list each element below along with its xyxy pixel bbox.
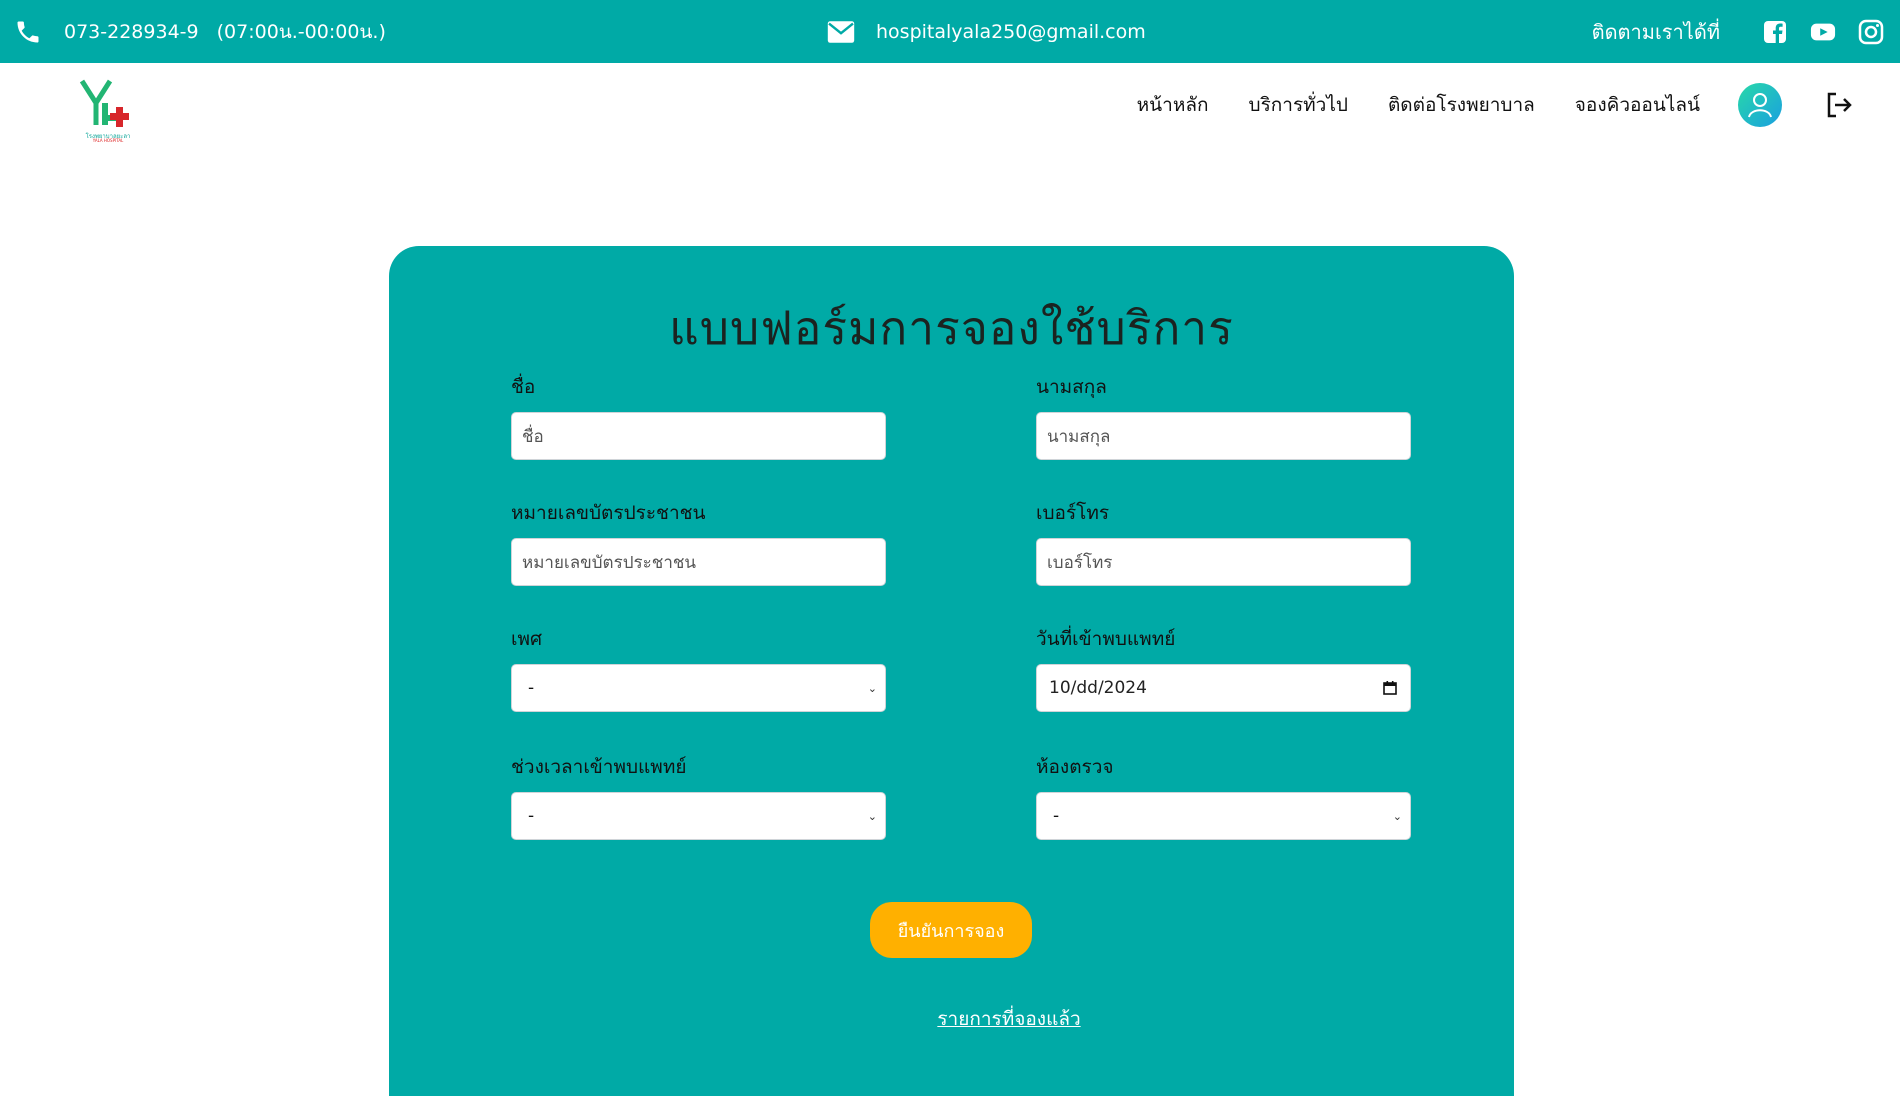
gender-label: เพศ [511, 628, 543, 650]
visit-date-label: วันที่เข้าพบแพทย์ [1036, 628, 1176, 650]
hospital-logo[interactable]: โรงพยาบาลยะลา YALA HOSPITAL [76, 79, 140, 145]
gender-field-group: เพศ - ⌄ [511, 626, 886, 712]
facebook-icon[interactable] [1762, 19, 1788, 45]
last-name-input[interactable]: นามสกุล [1036, 412, 1411, 460]
phone-field-group: เบอร์โทร เบอร์โทร [1036, 500, 1411, 586]
last-name-label: นามสกุล [1036, 376, 1107, 398]
first-name-label: ชื่อ [511, 376, 536, 398]
nav-services[interactable]: บริการทั่วไป [1249, 90, 1348, 120]
time-slot-select[interactable]: - ⌄ [511, 792, 886, 840]
form-title: แบบฟอร์มการจองใช้บริการ [669, 301, 1234, 355]
opening-hours: (07:00น.-00:00น.) [216, 20, 386, 43]
chevron-down-icon: ⌄ [867, 681, 877, 695]
time-slot-label: ช่วงเวลาเข้าพบแพทย์ [511, 756, 687, 778]
phone-input[interactable]: เบอร์โทร [1036, 538, 1411, 586]
instagram-icon[interactable] [1858, 19, 1884, 45]
top-contact-bar: 073-228934-9 (07:00น.-00:00น.) hospitaly… [0, 0, 1900, 63]
chevron-down-icon: ⌄ [1392, 809, 1402, 823]
visit-date-value: 10/dd/2024 [1049, 678, 1147, 698]
chevron-down-icon: ⌄ [867, 809, 877, 823]
booking-form-card: แบบฟอร์มการจองใช้บริการ ชื่อ ชื่อ นามสกุ… [389, 246, 1514, 1096]
logo-subtext: YALA HOSPITAL [92, 138, 124, 143]
nav-home[interactable]: หน้าหลัก [1137, 90, 1209, 120]
gender-selected-value: - [528, 678, 535, 698]
follow-label: ติดตามเราได้ที่ [1591, 19, 1720, 44]
contact-email: hospitalyala250@gmail.com [826, 0, 1146, 63]
id-card-field-group: หมายเลขบัตรประชาชน หมายเลขบัตรประชาชน [511, 500, 886, 586]
logo-mark-icon [79, 79, 129, 127]
last-name-field-group: นามสกุล นามสกุล [1036, 374, 1411, 460]
user-avatar-icon[interactable] [1738, 83, 1782, 127]
phone-icon [17, 21, 39, 42]
calendar-icon[interactable] [1382, 680, 1398, 696]
first-name-field-group: ชื่อ ชื่อ [511, 374, 886, 460]
logout-icon[interactable] [1824, 90, 1854, 120]
id-card-input[interactable]: หมายเลขบัตรประชาชน [511, 538, 886, 586]
id-card-label: หมายเลขบัตรประชาชน [511, 502, 706, 524]
mail-icon [827, 20, 855, 43]
social-follow: ติดตามเราได้ที่ [1592, 0, 1884, 63]
nav-links: หน้าหลัก บริการทั่วไป ติดต่อโรงพยาบาล จอ… [1097, 63, 1700, 147]
confirm-booking-button[interactable]: ยืนยันการจอง [870, 902, 1032, 958]
first-name-input[interactable]: ชื่อ [511, 412, 886, 460]
visit-date-input[interactable]: 10/dd/2024 [1036, 664, 1411, 712]
booked-list-link[interactable]: รายการที่จองแล้ว [859, 1004, 1159, 1034]
time-slot-field-group: ช่วงเวลาเข้าพบแพทย์ - ⌄ [511, 754, 886, 840]
visit-date-field-group: วันที่เข้าพบแพทย์ 10/dd/2024 [1036, 626, 1411, 712]
room-select[interactable]: - ⌄ [1036, 792, 1411, 840]
room-field-group: ห้องตรวจ - ⌄ [1036, 754, 1411, 840]
contact-phone: 073-228934-9 (07:00น.-00:00น.) [14, 0, 386, 63]
room-label: ห้องตรวจ [1036, 756, 1114, 778]
time-slot-selected-value: - [528, 806, 535, 826]
youtube-icon[interactable] [1810, 19, 1836, 45]
main-navbar: โรงพยาบาลยะลา YALA HOSPITAL หน้าหลัก บริ… [0, 63, 1900, 147]
phone-label: เบอร์โทร [1036, 502, 1110, 524]
nav-online-booking[interactable]: จองคิวออนไลน์ [1575, 90, 1700, 120]
gender-select[interactable]: - ⌄ [511, 664, 886, 712]
email-address: hospitalyala250@gmail.com [876, 20, 1146, 43]
nav-contact[interactable]: ติดต่อโรงพยาบาล [1388, 90, 1535, 120]
phone-number: 073-228934-9 [64, 20, 199, 43]
room-selected-value: - [1053, 806, 1060, 826]
